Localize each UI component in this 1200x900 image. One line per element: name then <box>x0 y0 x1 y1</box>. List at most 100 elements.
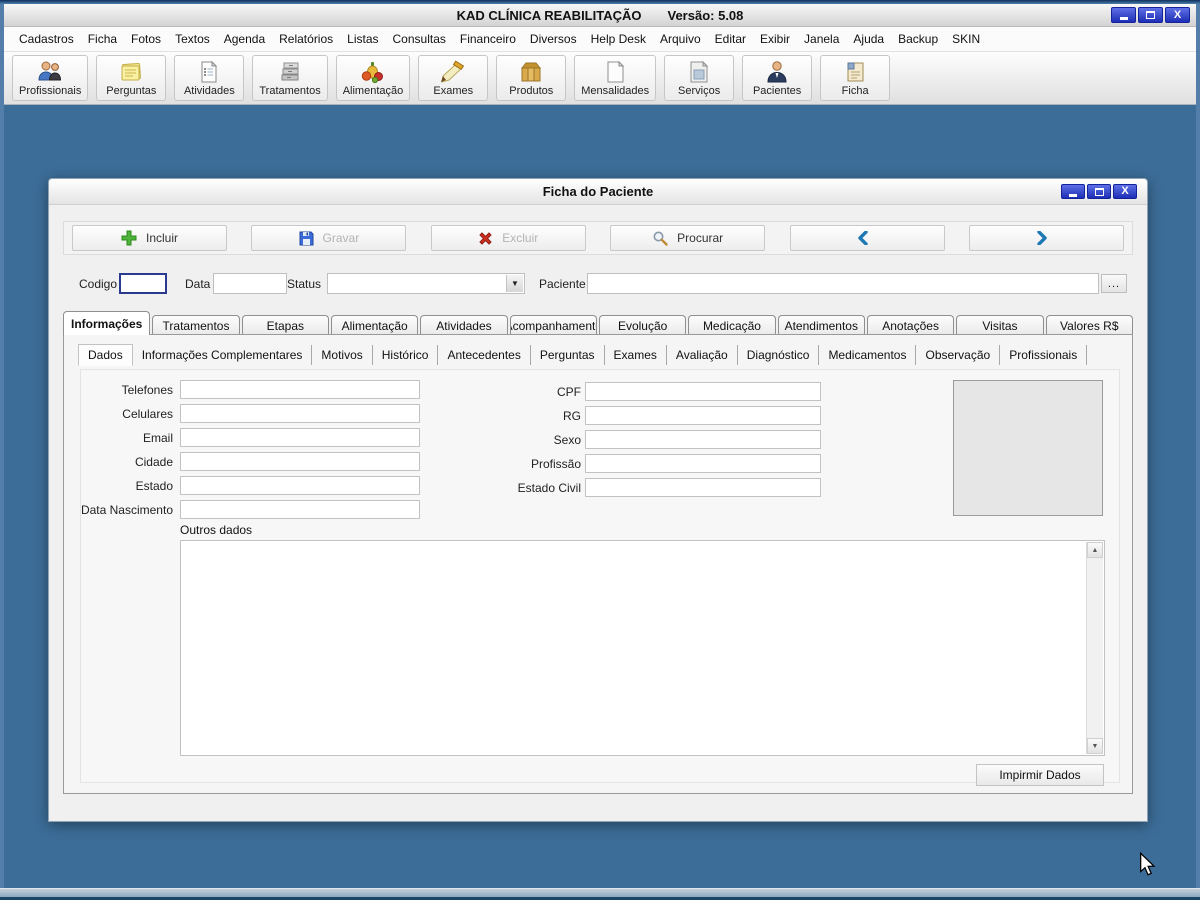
codigo-label: Codigo <box>79 277 117 291</box>
main-tab[interactable]: Acompanhamento <box>510 315 597 335</box>
sub-tab[interactable]: Dados <box>78 344 133 366</box>
close-button[interactable]: X <box>1165 7 1190 23</box>
cpf-input[interactable] <box>585 382 821 401</box>
sub-tab[interactable]: Medicamentos <box>819 345 916 365</box>
sub-tab[interactable]: Profissionais <box>1000 345 1087 365</box>
main-tab[interactable]: Informações <box>63 311 150 335</box>
main-tab[interactable]: Medicação <box>688 315 775 335</box>
email-input[interactable] <box>180 428 420 447</box>
sub-tab[interactable]: Diagnóstico <box>738 345 820 365</box>
menu-item[interactable]: Cadastros <box>12 29 81 49</box>
main-tab[interactable]: Etapas <box>242 315 329 335</box>
minimize-button[interactable] <box>1111 7 1136 23</box>
main-tab[interactable]: Alimentação <box>331 315 418 335</box>
menu-item[interactable]: Exibir <box>753 29 797 49</box>
toolbar-button-pacientes[interactable]: Pacientes <box>742 55 812 101</box>
patient-icon <box>765 60 789 84</box>
menu-item[interactable]: Arquivo <box>653 29 708 49</box>
sub-tab[interactable]: Antecedentes <box>438 345 530 365</box>
main-tab[interactable]: Valores R$ <box>1046 315 1133 335</box>
sub-tab[interactable]: Motivos <box>312 345 372 365</box>
menu-item[interactable]: Agenda <box>217 29 272 49</box>
menu-item[interactable]: Financeiro <box>453 29 523 49</box>
main-tab[interactable]: Atividades <box>420 315 507 335</box>
menu-item[interactable]: Editar <box>708 29 753 49</box>
ficha-do-paciente-dialog: Ficha do Paciente X Incluir Gravar Excl <box>48 178 1148 822</box>
scroll-up-icon[interactable]: ▲ <box>1087 542 1103 558</box>
sub-tab[interactable]: Exames <box>605 345 667 365</box>
gravar-button[interactable]: Gravar <box>251 225 406 251</box>
toolbar-button-atividades[interactable]: Atividades <box>174 55 244 101</box>
minimize-icon <box>1069 194 1077 197</box>
sub-tab[interactable]: Histórico <box>373 345 439 365</box>
menu-item[interactable]: Janela <box>797 29 846 49</box>
menu-item[interactable]: Textos <box>168 29 217 49</box>
menu-item[interactable]: Fotos <box>124 29 168 49</box>
data-nascimento-input[interactable] <box>180 500 420 519</box>
dialog-close-button[interactable]: X <box>1113 184 1137 199</box>
menu-item[interactable]: Relatórios <box>272 29 340 49</box>
paciente-input[interactable] <box>587 273 1099 294</box>
toolbar-button-tratamentos[interactable]: Tratamentos <box>252 55 327 101</box>
sexo-input[interactable] <box>585 430 821 449</box>
incluir-button[interactable]: Incluir <box>72 225 227 251</box>
sub-tab[interactable]: Perguntas <box>531 345 605 365</box>
main-tab[interactable]: Tratamentos <box>152 315 239 335</box>
cpf-label: CPF <box>557 385 581 399</box>
menu-item[interactable]: Help Desk <box>584 29 653 49</box>
toolbar-button-produtos[interactable]: Produtos <box>496 55 566 101</box>
profissao-field: Profissão <box>501 454 821 474</box>
toolbar-button-label: Atividades <box>184 85 235 97</box>
toolbar-button-perguntas[interactable]: Perguntas <box>96 55 166 101</box>
next-record-button[interactable] <box>969 225 1124 251</box>
menu-item[interactable]: Ficha <box>81 29 124 49</box>
menu-item[interactable]: Consultas <box>386 29 453 49</box>
maximize-button[interactable] <box>1138 7 1163 23</box>
menu-item[interactable]: Ajuda <box>846 29 891 49</box>
chevron-down-icon[interactable]: ▼ <box>506 275 523 292</box>
people-icon <box>37 60 63 84</box>
previous-record-button[interactable] <box>790 225 945 251</box>
data-input[interactable] <box>213 273 287 294</box>
toolbar-button-profissionais[interactable]: Profissionais <box>12 55 88 101</box>
toolbar-button-alimentacao[interactable]: Alimentação <box>336 55 411 101</box>
sub-tab[interactable]: Observação <box>916 345 1000 365</box>
action-button-panel: Incluir Gravar Excluir Procurar <box>63 221 1133 255</box>
excluir-button[interactable]: Excluir <box>431 225 586 251</box>
dialog-title: Ficha do Paciente <box>543 184 654 199</box>
main-tab[interactable]: Visitas <box>956 315 1043 335</box>
estado-civil-input[interactable] <box>585 478 821 497</box>
imprimir-dados-label: Impirmir Dados <box>999 768 1080 782</box>
profissao-input[interactable] <box>585 454 821 473</box>
dialog-maximize-button[interactable] <box>1087 184 1111 199</box>
toolbar-button-mensalidades[interactable]: Mensalidades <box>574 55 656 101</box>
toolbar-button-servicos[interactable]: Serviços <box>664 55 734 101</box>
rg-input[interactable] <box>585 406 821 425</box>
menu-item[interactable]: Diversos <box>523 29 584 49</box>
codigo-input[interactable] <box>119 273 167 294</box>
main-tab[interactable]: Atendimentos <box>778 315 865 335</box>
sub-tab[interactable]: Informações Complementares <box>133 345 313 365</box>
menu-item[interactable]: Listas <box>340 29 385 49</box>
paciente-browse-button[interactable]: ... <box>1101 274 1127 293</box>
toolbar-button-ficha[interactable]: Ficha <box>820 55 890 101</box>
main-tab[interactable]: Anotações <box>867 315 954 335</box>
vertical-scrollbar[interactable]: ▲ ▼ <box>1086 542 1103 754</box>
scroll-down-icon[interactable]: ▼ <box>1087 738 1103 754</box>
telefones-input[interactable] <box>180 380 420 399</box>
estado-input[interactable] <box>180 476 420 495</box>
outros-dados-textarea[interactable]: ▲ ▼ <box>180 540 1105 756</box>
menu-item[interactable]: Backup <box>891 29 945 49</box>
toolbar-button-label: Perguntas <box>106 85 156 97</box>
celulares-input[interactable] <box>180 404 420 423</box>
dialog-minimize-button[interactable] <box>1061 184 1085 199</box>
menu-item[interactable]: SKIN <box>945 29 987 49</box>
plus-icon <box>121 230 137 246</box>
procurar-button[interactable]: Procurar <box>610 225 765 251</box>
main-tab[interactable]: Evolução <box>599 315 686 335</box>
toolbar-button-exames[interactable]: Exames <box>418 55 488 101</box>
status-select[interactable]: ▼ <box>327 273 525 294</box>
imprimir-dados-button[interactable]: Impirmir Dados <box>976 764 1104 786</box>
sub-tab[interactable]: Avaliação <box>667 345 738 365</box>
cidade-input[interactable] <box>180 452 420 471</box>
